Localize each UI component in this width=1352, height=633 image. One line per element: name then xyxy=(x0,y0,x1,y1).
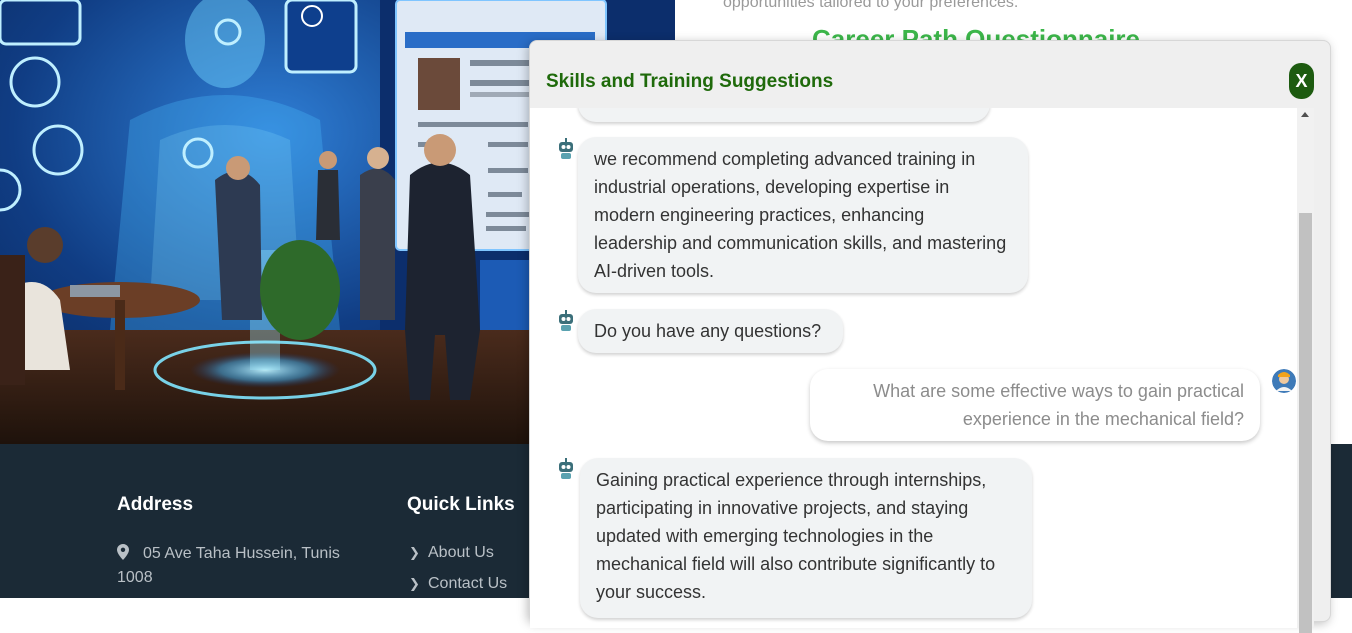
bot-message: Gaining practical experience through int… xyxy=(580,458,1032,618)
gear-icon xyxy=(0,168,22,212)
modal-title: Skills and Training Suggestions xyxy=(546,71,834,92)
user-message: What are some effective ways to gain pra… xyxy=(810,369,1260,441)
footer-link-about[interactable]: ❯ About Us xyxy=(409,544,494,562)
mail-icon xyxy=(32,124,84,176)
chevron-right-icon: ❯ xyxy=(409,576,420,591)
address-heading: Address xyxy=(117,494,194,515)
woman-figure-center xyxy=(215,171,262,320)
skills-modal: Skills and Training Suggestions X we rec… xyxy=(529,40,1331,633)
chat-scrollbar[interactable] xyxy=(1297,108,1314,633)
chat-messages[interactable]: we recommend completing advanced trainin… xyxy=(530,108,1297,628)
user-avatar-icon xyxy=(1272,369,1296,393)
bot-message: Do you have any questions? xyxy=(578,309,843,353)
address-text: 05 Ave Taha Hussein, Tunis 1008 xyxy=(117,545,340,586)
profile-photo xyxy=(418,58,460,110)
scroll-up-arrow-icon[interactable] xyxy=(1301,112,1309,117)
intro-text: opportunities tailored to your preferenc… xyxy=(723,0,1019,11)
previous-message-bubble xyxy=(578,108,990,122)
footer-link-label: About Us xyxy=(428,544,494,561)
woman-figure-back xyxy=(360,168,395,320)
bot-message: we recommend completing advanced trainin… xyxy=(578,137,1028,293)
bot-avatar-icon xyxy=(559,310,573,331)
laptop xyxy=(70,285,120,297)
bot-avatar-icon xyxy=(559,458,573,479)
bot-avatar-icon xyxy=(559,138,573,159)
plant xyxy=(260,240,340,340)
close-button[interactable]: X xyxy=(1289,63,1314,99)
address-text-block: 05 Ave Taha Hussein, Tunis 1008 xyxy=(117,542,367,590)
footer-link-label: Contact Us xyxy=(428,575,508,592)
map-pin-icon xyxy=(117,544,129,560)
scroll-thumb[interactable] xyxy=(1299,213,1312,633)
chart-tile-icon xyxy=(0,0,82,46)
footer-link-contact[interactable]: ❯ Contact Us xyxy=(409,575,507,593)
star-icon xyxy=(9,56,61,108)
quick-links-heading: Quick Links xyxy=(407,494,515,515)
chevron-right-icon: ❯ xyxy=(409,545,420,560)
